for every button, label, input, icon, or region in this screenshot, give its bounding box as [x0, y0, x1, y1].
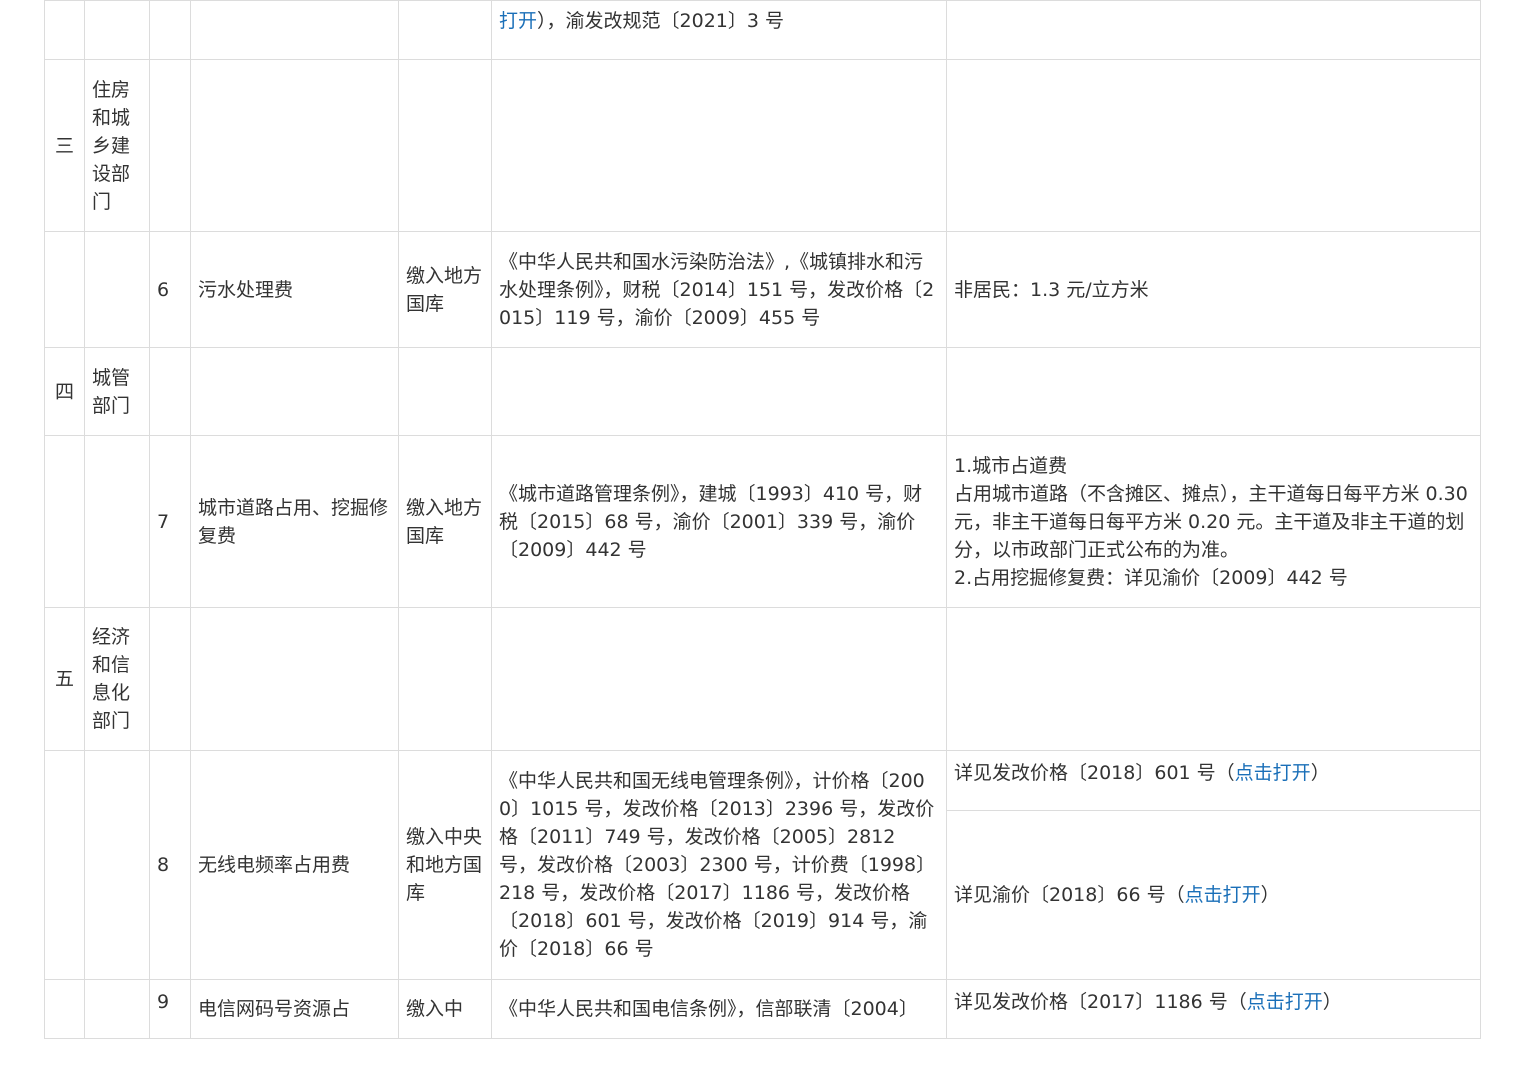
- table-row: 打开），渝发改规范〔2021〕3 号: [44, 0, 1481, 60]
- standard-text-end: ）: [1310, 762, 1330, 784]
- section-dept: 住房和城乡建设部门: [84, 59, 150, 232]
- section-row: 四 城管部门: [44, 347, 1481, 436]
- dept-cell: [84, 0, 150, 60]
- table-row: 6 污水处理费 缴入地方国库 《中华人民共和国水污染防治法》,《城镇排水和污水处…: [44, 231, 1481, 348]
- item-treasury: 缴入中央和地方国库: [398, 750, 492, 980]
- no-cell: [149, 0, 191, 60]
- standard-cell: [946, 0, 1481, 60]
- item-name: 污水处理费: [190, 231, 399, 348]
- item-no: 6: [149, 231, 191, 348]
- name-cell: [190, 0, 399, 60]
- item-standard: 详见发改价格〔2017〕1186 号（点击打开）: [946, 979, 1481, 1039]
- item-basis: 《中华人民共和国无线电管理条例》，计价格〔2000〕1015 号，发改价格〔20…: [491, 750, 947, 980]
- section-index: 五: [44, 607, 85, 751]
- item-basis: 《中华人民共和国电信条例》，信部联清〔2004〕: [491, 979, 947, 1039]
- standard-line: 占用城市道路（不含摊区、摊点），主干道每日每平方米 0.30 元，非主干道每日每…: [954, 482, 1468, 561]
- section-row: 五 经济和信息化部门: [44, 607, 1481, 751]
- open-link[interactable]: 点击打开: [1185, 884, 1261, 906]
- standard-line: 1.城市占道费: [954, 454, 1068, 477]
- item-name: 无线电频率占用费: [190, 750, 399, 980]
- open-link[interactable]: 点击打开: [1247, 991, 1323, 1013]
- item-standard: 详见发改价格〔2018〕601 号（点击打开）: [946, 750, 1481, 811]
- item-no: 7: [149, 435, 191, 608]
- basis-text: ），渝发改规范〔2021〕3 号: [537, 10, 784, 32]
- document-page: 打开），渝发改规范〔2021〕3 号 三 住房和城乡建设部门 6 污水处理费 缴…: [44, 0, 1481, 1039]
- section-row: 三 住房和城乡建设部门: [44, 59, 1481, 232]
- standard-line: 2.占用挖掘修复费：详见渝价〔2009〕442 号: [954, 566, 1348, 589]
- basis-cell: 打开），渝发改规范〔2021〕3 号: [491, 0, 947, 60]
- item-treasury: 缴入中: [398, 979, 492, 1039]
- table-row: 7 城市道路占用、挖掘修复费 缴入地方国库 《城市道路管理条例》，建城〔1993…: [44, 435, 1481, 608]
- standard-text: 详见发改价格〔2018〕601 号（: [954, 762, 1235, 784]
- item-standard: 详见渝价〔2018〕66 号（点击打开）: [946, 810, 1481, 980]
- item-basis: 《城市道路管理条例》，建城〔1993〕410 号，财税〔2015〕68 号，渝价…: [491, 435, 947, 608]
- table-row: 8 无线电频率占用费 缴入中央和地方国库 《中华人民共和国无线电管理条例》，计价…: [44, 750, 1481, 980]
- treasury-cell: [398, 0, 492, 60]
- section-index: 四: [44, 347, 85, 436]
- item-basis: 《中华人民共和国水污染防治法》,《城镇排水和污水处理条例》，财税〔2014〕15…: [491, 231, 947, 348]
- item-name: 城市道路占用、挖掘修复费: [190, 435, 399, 608]
- item-no: 8: [149, 750, 191, 980]
- standard-text: 详见渝价〔2018〕66 号（: [954, 884, 1185, 906]
- open-link[interactable]: 点击打开: [1235, 762, 1311, 784]
- section-dept: 城管部门: [84, 347, 150, 436]
- fee-table: 打开），渝发改规范〔2021〕3 号 三 住房和城乡建设部门 6 污水处理费 缴…: [44, 0, 1481, 1039]
- standard-text-end: ）: [1260, 884, 1280, 906]
- item-treasury: 缴入地方国库: [398, 435, 492, 608]
- item-name: 电信网码号资源占: [190, 979, 399, 1039]
- item-no: 9: [149, 979, 191, 1039]
- section-index: 三: [44, 59, 85, 232]
- item-standard: 1.城市占道费 占用城市道路（不含摊区、摊点），主干道每日每平方米 0.30 元…: [946, 435, 1481, 608]
- standard-text: 详见发改价格〔2017〕1186 号（: [954, 991, 1247, 1013]
- index-cell: [44, 0, 85, 60]
- table-row: 9 电信网码号资源占 缴入中 《中华人民共和国电信条例》，信部联清〔2004〕 …: [44, 979, 1481, 1039]
- section-dept: 经济和信息化部门: [84, 607, 150, 751]
- standard-text-end: ）: [1322, 991, 1342, 1013]
- item-standard: 非居民：1.3 元/立方米: [946, 231, 1481, 348]
- item-treasury: 缴入地方国库: [398, 231, 492, 348]
- open-link[interactable]: 打开: [499, 10, 537, 32]
